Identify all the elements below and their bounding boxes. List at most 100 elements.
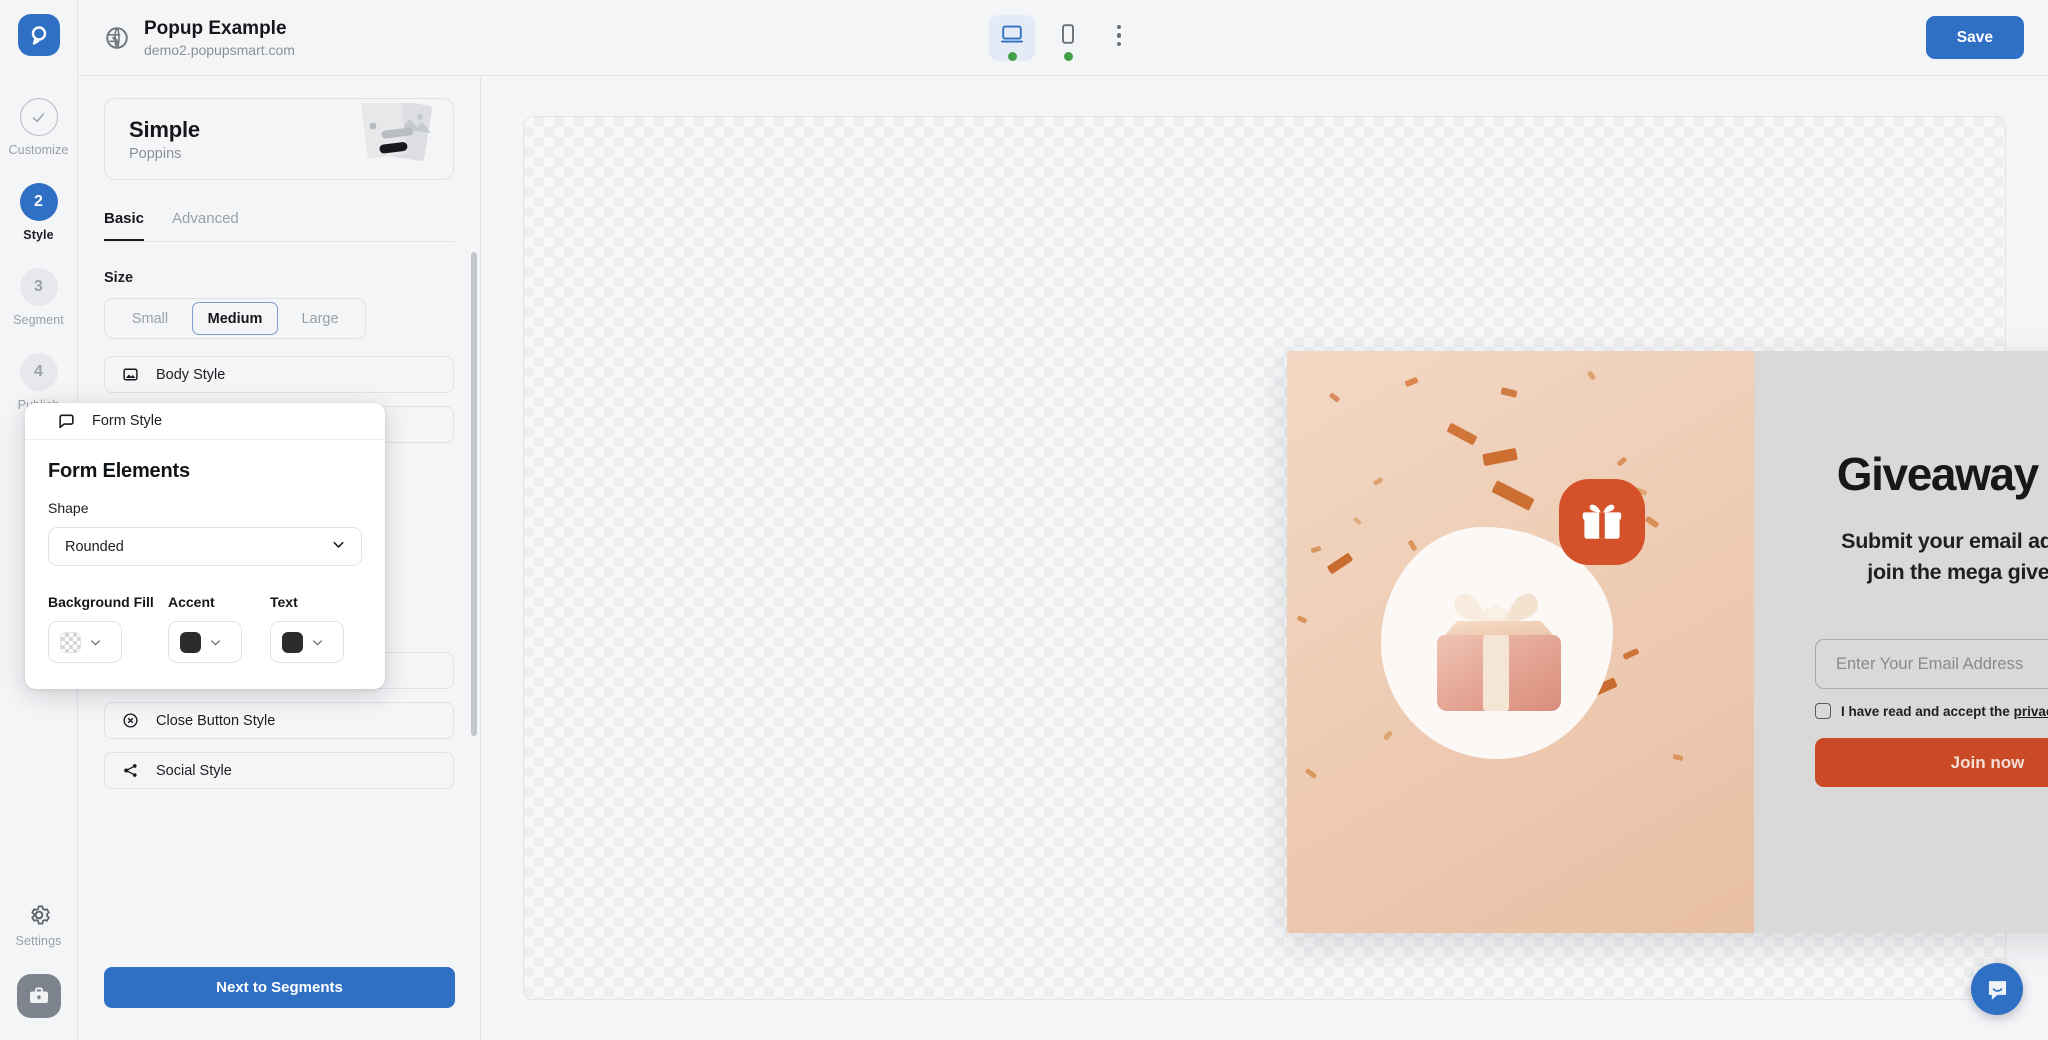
email-field-placeholder: Enter Your Email Address [1836, 654, 2024, 673]
accordion-close-button-style[interactable]: Close Button Style [104, 702, 454, 739]
sidebar-step-style[interactable]: 2 Style [0, 183, 77, 242]
top-bar: Popup Example demo2.popupsmart.com Save [78, 0, 2048, 76]
step-label-customize: Customize [8, 143, 69, 157]
template-thumbnail-icon [331, 99, 439, 177]
template-name: Simple [129, 116, 200, 142]
check-icon [32, 112, 45, 122]
swatch-caption-text: Text [270, 594, 298, 610]
device-status-dot-mobile [1063, 51, 1073, 61]
form-style-popover-title: Form Style [92, 413, 163, 429]
privacy-policy-link[interactable]: privacy policy [2014, 704, 2048, 719]
gift-box-illustration [1423, 563, 1575, 723]
popup-subheadline-line-2: join the mega giveaway! [1867, 559, 2048, 584]
accordion-body-style[interactable]: Body Style [104, 356, 454, 393]
chat-bubble-icon[interactable] [1971, 963, 2023, 1015]
share-icon [121, 761, 140, 780]
app-root: Customize 2 Style 3 Segment 4 Publish [0, 0, 2048, 1040]
device-preview-toggle [989, 14, 1137, 61]
swatch-background-fill: Background Fill [48, 594, 154, 663]
size-segmented-control: Small Medium Large [104, 298, 366, 339]
form-style-popover-body: Form Elements Shape Rounded Background F… [25, 440, 385, 689]
swatch-picker-background-fill[interactable] [48, 621, 122, 663]
tab-advanced[interactable]: Advanced [172, 210, 239, 241]
chevron-down-icon [211, 639, 220, 645]
accordion-label-close-button-style: Close Button Style [156, 712, 276, 729]
form-elements-heading: Form Elements [48, 460, 190, 482]
device-toggle-desktop[interactable] [989, 14, 1035, 61]
swatch-picker-accent[interactable] [168, 621, 242, 663]
step-badge-style: 2 [19, 183, 58, 221]
preview-canvas: Giveaway time Submit your email address … [482, 76, 2048, 1040]
sidebar-step-customize[interactable]: Customize [0, 98, 77, 157]
kebab-menu-icon[interactable] [1101, 18, 1137, 54]
rail-bottom-group: Settings [0, 902, 77, 1018]
shape-select-value: Rounded [65, 538, 124, 555]
step-badge-publish: 4 [19, 353, 58, 391]
consent-row[interactable]: I have read and accept the privacy polic… [1815, 703, 2048, 720]
size-option-small[interactable]: Small [108, 302, 192, 335]
panel-scrollbar[interactable] [471, 252, 477, 736]
panel-tabs: Basic Advanced [104, 210, 454, 242]
gift-icon [1582, 504, 1622, 539]
swatch-accent: Accent [168, 594, 254, 663]
size-option-large[interactable]: Large [278, 302, 362, 335]
template-meta: Simple Poppins [105, 117, 200, 162]
shape-label: Shape [48, 500, 89, 516]
chevron-down-icon [91, 639, 100, 645]
swatch-caption-background-fill: Background Fill [48, 594, 154, 610]
consent-checkbox[interactable] [1815, 703, 1831, 720]
swatch-caption-accent: Accent [168, 594, 215, 610]
sidebar-step-segment[interactable]: 3 Segment [0, 268, 77, 327]
swatch-picker-text[interactable] [270, 621, 344, 663]
size-section-label: Size [104, 270, 134, 286]
step-label-style: Style [23, 228, 54, 242]
color-chip-transparent-icon [60, 631, 81, 653]
next-to-segments-button[interactable]: Next to Segments [104, 967, 455, 1008]
mobile-icon [1062, 23, 1074, 44]
globe-icon [104, 25, 130, 51]
chevron-down-icon [330, 536, 347, 557]
popup-preview: Giveaway time Submit your email address … [1287, 351, 2048, 933]
popup-subheadline-line-1: Submit your email address to [1841, 529, 2048, 553]
popup-content-panel: Giveaway time Submit your email address … [1754, 351, 2048, 933]
gear-icon [30, 905, 50, 925]
email-field[interactable]: Enter Your Email Address [1815, 639, 2048, 690]
image-icon [121, 365, 140, 384]
tab-basic[interactable]: Basic [104, 210, 145, 241]
save-button[interactable]: Save [1925, 16, 2024, 59]
consent-text: I have read and accept the [1841, 703, 2010, 719]
size-option-medium[interactable]: Medium [192, 302, 278, 335]
site-meta: Popup Example demo2.popupsmart.com [144, 17, 295, 59]
step-badge-segment: 3 [19, 268, 58, 306]
popup-headline: Giveaway time [1836, 448, 2048, 500]
accordion-label-social-style: Social Style [156, 762, 232, 779]
form-icon [57, 412, 76, 431]
join-now-button[interactable]: Join now [1815, 738, 2048, 788]
template-font: Poppins [129, 145, 182, 162]
close-circle-icon [121, 711, 140, 730]
shape-select[interactable]: Rounded [48, 527, 362, 566]
template-card[interactable]: Simple Poppins [104, 98, 454, 180]
settings-label: Settings [15, 934, 62, 948]
swatch-text: Text [270, 594, 356, 663]
color-chip-accent [180, 631, 201, 653]
color-swatch-group: Background Fill Accent Text [48, 594, 362, 663]
form-style-popover: Form Style Form Elements Shape Rounded B… [25, 403, 385, 689]
popup-form: Enter Your Email Address ✱ I have rea [1815, 639, 2048, 788]
device-toggle-mobile[interactable] [1045, 15, 1091, 61]
popupsmart-logo-icon[interactable] [17, 14, 60, 56]
form-style-popover-header[interactable]: Form Style [25, 403, 385, 440]
color-chip-text [282, 631, 303, 653]
sidebar-item-settings[interactable]: Settings [16, 902, 62, 948]
step-label-segment: Segment [13, 313, 64, 327]
accordion-social-style[interactable]: Social Style [104, 752, 454, 789]
site-url: demo2.popupsmart.com [144, 42, 295, 59]
chevron-down-icon [313, 639, 322, 645]
desktop-icon [1001, 25, 1023, 43]
page-title: Popup Example [144, 17, 287, 39]
device-status-dot-desktop [1007, 51, 1017, 61]
gift-icon-badge [1559, 479, 1645, 565]
accordion-label-body-style: Body Style [156, 366, 226, 383]
avatar[interactable] [16, 974, 61, 1018]
briefcase-icon [29, 987, 48, 1003]
